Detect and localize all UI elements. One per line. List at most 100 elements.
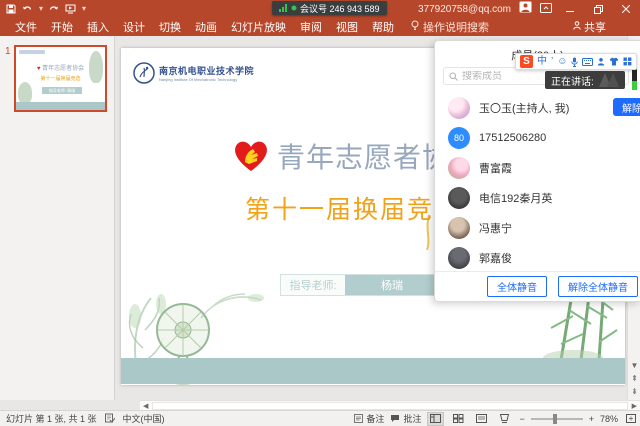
ime-punctuation-icon[interactable]: ’ [551,57,553,67]
previous-slide-icon[interactable]: ⇞ [628,373,640,385]
fit-slide-to-window-icon[interactable] [624,413,638,425]
slide-thumbnail[interactable]: ♥ 青年志愿者协会 第十一届换届竞选 指导老师: 杨瑞 [14,45,107,112]
zoom-in-button[interactable]: + [589,414,594,424]
slide-subtitle-text[interactable]: 第十一届换届竞选 [245,190,461,226]
member-list: 玉〇玉(主持人, 我) 80 17512506280 曹富霞 电信192秦月英 … [435,93,640,273]
member-name: 电信192秦月英 [479,190,552,206]
sogou-logo-icon[interactable]: S [520,55,533,68]
horizontal-scrollbar[interactable]: ◀ ▶ [140,400,640,410]
members-panel-footer: 全体静音 解除全体静音 [435,271,640,301]
qat-customize-icon[interactable]: ▾ [82,5,86,13]
tab-help[interactable]: 帮助 [365,19,401,35]
member-row[interactable]: 曹富霞 [435,153,640,183]
meeting-floating-badge[interactable]: 会议号 246 943 589 [272,1,387,15]
notes-icon [354,414,363,423]
zoom-level-label[interactable]: 78% [600,414,618,424]
language-label[interactable]: 中文(中国) [123,412,165,425]
thumbnail-logo [19,50,45,54]
status-bar: 幻灯片 第 1 张, 共 1 张 中文(中国) 备注 批注 − + 78% [0,410,640,426]
start-slideshow-icon[interactable] [65,4,76,14]
ime-keyboard-icon[interactable] [582,58,593,66]
member-row[interactable]: 郭嘉俊 [435,243,640,273]
ribbon-tabs: 文件 开始 插入 设计 切换 动画 幻灯片放映 审阅 视图 帮助 [0,19,401,35]
slide-sorter-view-button[interactable] [450,412,467,426]
zoom-out-button[interactable]: − [519,414,524,424]
comments-toggle[interactable]: 批注 [390,412,421,425]
slide-number: 1 [5,46,11,57]
account-avatar-icon[interactable] [519,0,532,18]
member-row[interactable]: 冯惠宁 [435,213,640,243]
scroll-right-icon[interactable]: ▶ [629,402,640,410]
thumbnail-bottom-strip [16,102,105,110]
title-bar: ▾ ▾ 会议号 246 943 589 377920758@qq.com [0,0,640,18]
tab-view[interactable]: 视图 [329,19,365,35]
member-name: 郭嘉俊 [479,250,512,266]
slideshow-view-button[interactable] [496,412,513,426]
advisor-label: 指导老师: [281,275,345,295]
ime-toolbox-icon[interactable] [623,57,632,66]
account-email[interactable]: 377920758@qq.com [418,4,511,15]
ime-voice-icon[interactable] [571,57,578,67]
ime-emoji-icon[interactable]: ☺ [557,57,567,67]
search-icon [449,72,458,81]
slide-thumbnail-pane: 1 ♥ 青年志愿者协会 第十一届换届竞选 指导老师: 杨瑞 [0,36,115,400]
unmute-all-button[interactable]: 解除全体静音 [558,276,638,297]
scroll-down-icon[interactable]: ▼ [628,360,640,372]
slide-bottom-strip [121,358,625,384]
member-name: 曹富霞 [479,160,512,176]
undo-icon[interactable] [22,5,33,14]
speaking-now-tooltip: 正在讲话: [545,71,625,89]
avatar [448,247,470,269]
member-row[interactable]: 电信192秦月英 [435,183,640,213]
ime-account-icon[interactable] [597,57,605,66]
school-name-en: Nanjing Institute Of Mechatronic Technol… [159,77,254,82]
avatar [448,217,470,239]
member-row-host[interactable]: 玉〇玉(主持人, 我) [435,93,640,123]
minimize-button[interactable] [560,1,580,17]
member-row[interactable]: 80 17512506280 [435,123,640,153]
normal-view-button[interactable] [427,412,444,426]
undo-dropdown-icon[interactable]: ▾ [39,5,43,13]
tab-insert[interactable]: 插入 [80,19,116,35]
zoom-slider-handle[interactable] [553,414,557,424]
ime-toolbar[interactable]: S 中 ’ ☺ [515,53,637,70]
tab-transitions[interactable]: 切换 [152,19,188,35]
meeting-id-label: 会议号 246 943 589 [300,2,380,15]
share-button[interactable]: 共享 [573,18,606,36]
advisor-box[interactable]: 指导老师: 杨瑞 [280,274,440,296]
tab-review[interactable]: 审阅 [293,19,329,35]
tab-file[interactable]: 文件 [8,19,44,35]
mic-active-dot-icon [291,5,297,11]
close-button[interactable] [616,1,636,17]
ime-skin-icon[interactable] [609,57,619,66]
member-name: 冯惠宁 [479,220,512,236]
school-logo: 南京机电职业技术学院 Nanjing Institute Of Mechatro… [133,62,254,84]
powerpoint-window: ▾ ▾ 会议号 246 943 589 377920758@qq.com 文件 … [0,0,640,426]
unmute-member-button[interactable]: 解除静音 [613,98,640,116]
tab-home[interactable]: 开始 [44,19,80,35]
ime-mode-chinese[interactable]: 中 [537,57,547,67]
tab-design[interactable]: 设计 [116,19,152,35]
notes-toggle[interactable]: 备注 [354,412,384,425]
avatar [448,187,470,209]
zoom-slider[interactable] [531,418,583,420]
horizontal-scroll-thumb[interactable] [152,402,627,410]
school-emblem-icon [133,62,155,84]
ribbon-tab-row: 文件 开始 插入 设计 切换 动画 幻灯片放映 审阅 视图 帮助 操作说明搜索 … [0,18,640,36]
tell-me-search[interactable]: 操作说明搜索 [411,19,489,35]
lightbulb-icon [411,20,419,34]
audio-level-fill [632,81,637,90]
redo-icon[interactable] [49,5,59,14]
tab-slideshow[interactable]: 幻灯片放映 [224,19,293,35]
speaking-label: 正在讲话: [551,73,594,88]
save-icon[interactable] [6,4,16,14]
reading-view-button[interactable] [473,412,490,426]
tab-animations[interactable]: 动画 [188,19,224,35]
ribbon-display-options-icon[interactable] [540,0,552,18]
restore-button[interactable] [588,1,608,17]
mute-all-button[interactable]: 全体静音 [487,276,547,297]
scroll-left-icon[interactable]: ◀ [140,402,151,410]
proofing-icon[interactable] [105,413,115,425]
next-slide-icon[interactable]: ⇟ [628,386,640,398]
heart-hand-icon [233,140,269,173]
